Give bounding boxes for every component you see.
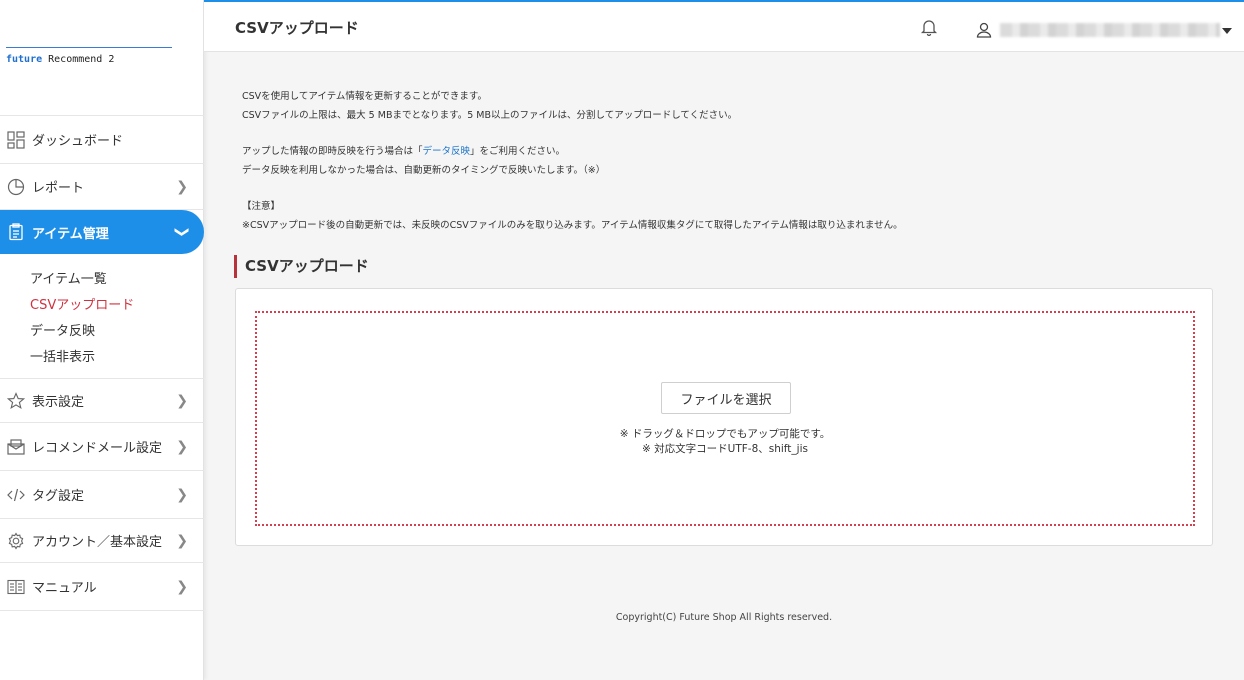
section-title: CSVアップロード bbox=[234, 255, 369, 278]
logo-product: Recommend 2 bbox=[42, 54, 115, 65]
chevron-right-icon: ❯ bbox=[176, 578, 188, 595]
clipboard-icon bbox=[6, 222, 26, 242]
data-reflect-link[interactable]: データ反映 bbox=[423, 146, 471, 157]
intro-line: CSVファイルの上限は、最大 5 MBまでとなります。5 MB以上のファイルは、… bbox=[242, 110, 738, 121]
subnav-item-data-reflect[interactable]: データ反映 bbox=[30, 320, 204, 346]
user-icon bbox=[976, 22, 992, 38]
chevron-right-icon: ❯ bbox=[176, 438, 188, 455]
chevron-right-icon: ❯ bbox=[176, 532, 188, 549]
sidebar-item-label: マニュアル bbox=[32, 581, 97, 596]
sidebar-item-label: ダッシュボード bbox=[32, 134, 124, 149]
mail-icon bbox=[6, 437, 26, 457]
code-icon bbox=[6, 485, 26, 505]
sidebar: future Recommend 2 ダッシュボード レポート ❯ アイテム管理… bbox=[0, 0, 204, 680]
sidebar-item-tag-settings[interactable]: タグ設定 ❯ bbox=[0, 471, 204, 519]
subnav-item-csv-upload[interactable]: CSVアップロード bbox=[30, 294, 204, 320]
intro-line: CSVを使用してアイテム情報を更新することができます。 bbox=[242, 91, 487, 102]
sidebar-item-display-settings[interactable]: 表示設定 ❯ bbox=[0, 379, 204, 423]
top-header: CSVアップロード bbox=[204, 0, 1244, 52]
book-icon bbox=[6, 577, 26, 597]
logo-brand: future bbox=[6, 54, 43, 65]
user-name-redacted bbox=[1000, 23, 1220, 37]
intro-text-segment: アップした情報の即時反映を行う場合は「 bbox=[242, 146, 423, 157]
sidebar-item-items[interactable]: アイテム管理 ❯ bbox=[0, 210, 204, 254]
logo-line bbox=[6, 47, 172, 48]
file-dropzone[interactable]: ファイルを選択 ※ ドラッグ＆ドロップでもアップ可能です。 ※ 対応文字コードU… bbox=[255, 311, 1195, 526]
logo[interactable]: future Recommend 2 bbox=[6, 47, 172, 65]
pie-chart-icon bbox=[6, 177, 26, 197]
chevron-right-icon: ❯ bbox=[176, 486, 188, 503]
sidebar-item-recommend-mail[interactable]: レコメンドメール設定 ❯ bbox=[0, 423, 204, 471]
sidebar-subnav: アイテム一覧 CSVアップロード データ反映 一括非表示 bbox=[0, 254, 204, 379]
sidebar-item-label: アイテム管理 bbox=[32, 226, 109, 242]
page-title: CSVアップロード bbox=[235, 19, 359, 37]
sidebar-item-label: タグ設定 bbox=[32, 489, 85, 504]
sidebar-item-label: アカウント／基本設定 bbox=[32, 535, 163, 550]
user-menu[interactable] bbox=[976, 22, 1220, 38]
select-file-button[interactable]: ファイルを選択 bbox=[661, 382, 791, 414]
footer-copyright: Copyright(C) Future Shop All Rights rese… bbox=[615, 612, 833, 623]
intro-line: ※CSVアップロード後の自動更新では、未反映のCSVファイルのみを取り込みます。… bbox=[242, 220, 903, 231]
main-content: CSVを使用してアイテム情報を更新することができます。 CSVファイルの上限は、… bbox=[204, 53, 1244, 680]
chevron-right-icon: ❯ bbox=[176, 392, 188, 409]
dashboard-icon bbox=[6, 130, 26, 150]
gear-icon bbox=[6, 531, 26, 551]
sidebar-item-dashboard[interactable]: ダッシュボード bbox=[0, 116, 204, 164]
logo-text: future Recommend 2 bbox=[6, 54, 172, 65]
sidebar-item-label: 表示設定 bbox=[32, 395, 85, 410]
sidebar-item-label: レポート bbox=[32, 181, 85, 196]
intro-line: データ反映を利用しなかった場合は、自動更新のタイミングで反映いたします。（※） bbox=[242, 165, 606, 176]
sidebar-item-report[interactable]: レポート ❯ bbox=[0, 164, 204, 210]
dropzone-note: ※ 対応文字コードUTF-8、shift_jis bbox=[642, 443, 808, 455]
sidebar-nav: ダッシュボード レポート ❯ アイテム管理 ❯ アイテム一覧 CSVアップロード… bbox=[0, 115, 204, 611]
upload-card: ファイルを選択 ※ ドラッグ＆ドロップでもアップ可能です。 ※ 対応文字コードU… bbox=[235, 288, 1213, 546]
chevron-down-icon: ❯ bbox=[174, 226, 191, 238]
intro-text-segment: 」をご利用ください。 bbox=[470, 146, 566, 157]
caret-down-icon[interactable] bbox=[1222, 28, 1232, 34]
sidebar-item-manual[interactable]: マニュアル ❯ bbox=[0, 563, 204, 611]
subnav-item-list[interactable]: アイテム一覧 bbox=[30, 268, 204, 294]
intro-line: 【注意】 bbox=[242, 201, 281, 212]
intro-line: アップした情報の即時反映を行う場合は「データ反映」をご利用ください。 bbox=[242, 142, 903, 161]
bell-icon[interactable] bbox=[920, 18, 938, 37]
sidebar-item-label: レコメンドメール設定 bbox=[32, 441, 163, 456]
subnav-item-bulk-hide[interactable]: 一括非表示 bbox=[30, 346, 204, 372]
dropzone-note: ※ ドラッグ＆ドロップでもアップ可能です。 bbox=[619, 428, 831, 440]
intro-text: CSVを使用してアイテム情報を更新することができます。 CSVファイルの上限は、… bbox=[242, 87, 903, 235]
sidebar-item-account-settings[interactable]: アカウント／基本設定 ❯ bbox=[0, 519, 204, 563]
chevron-right-icon: ❯ bbox=[176, 178, 188, 195]
star-icon bbox=[6, 391, 26, 411]
